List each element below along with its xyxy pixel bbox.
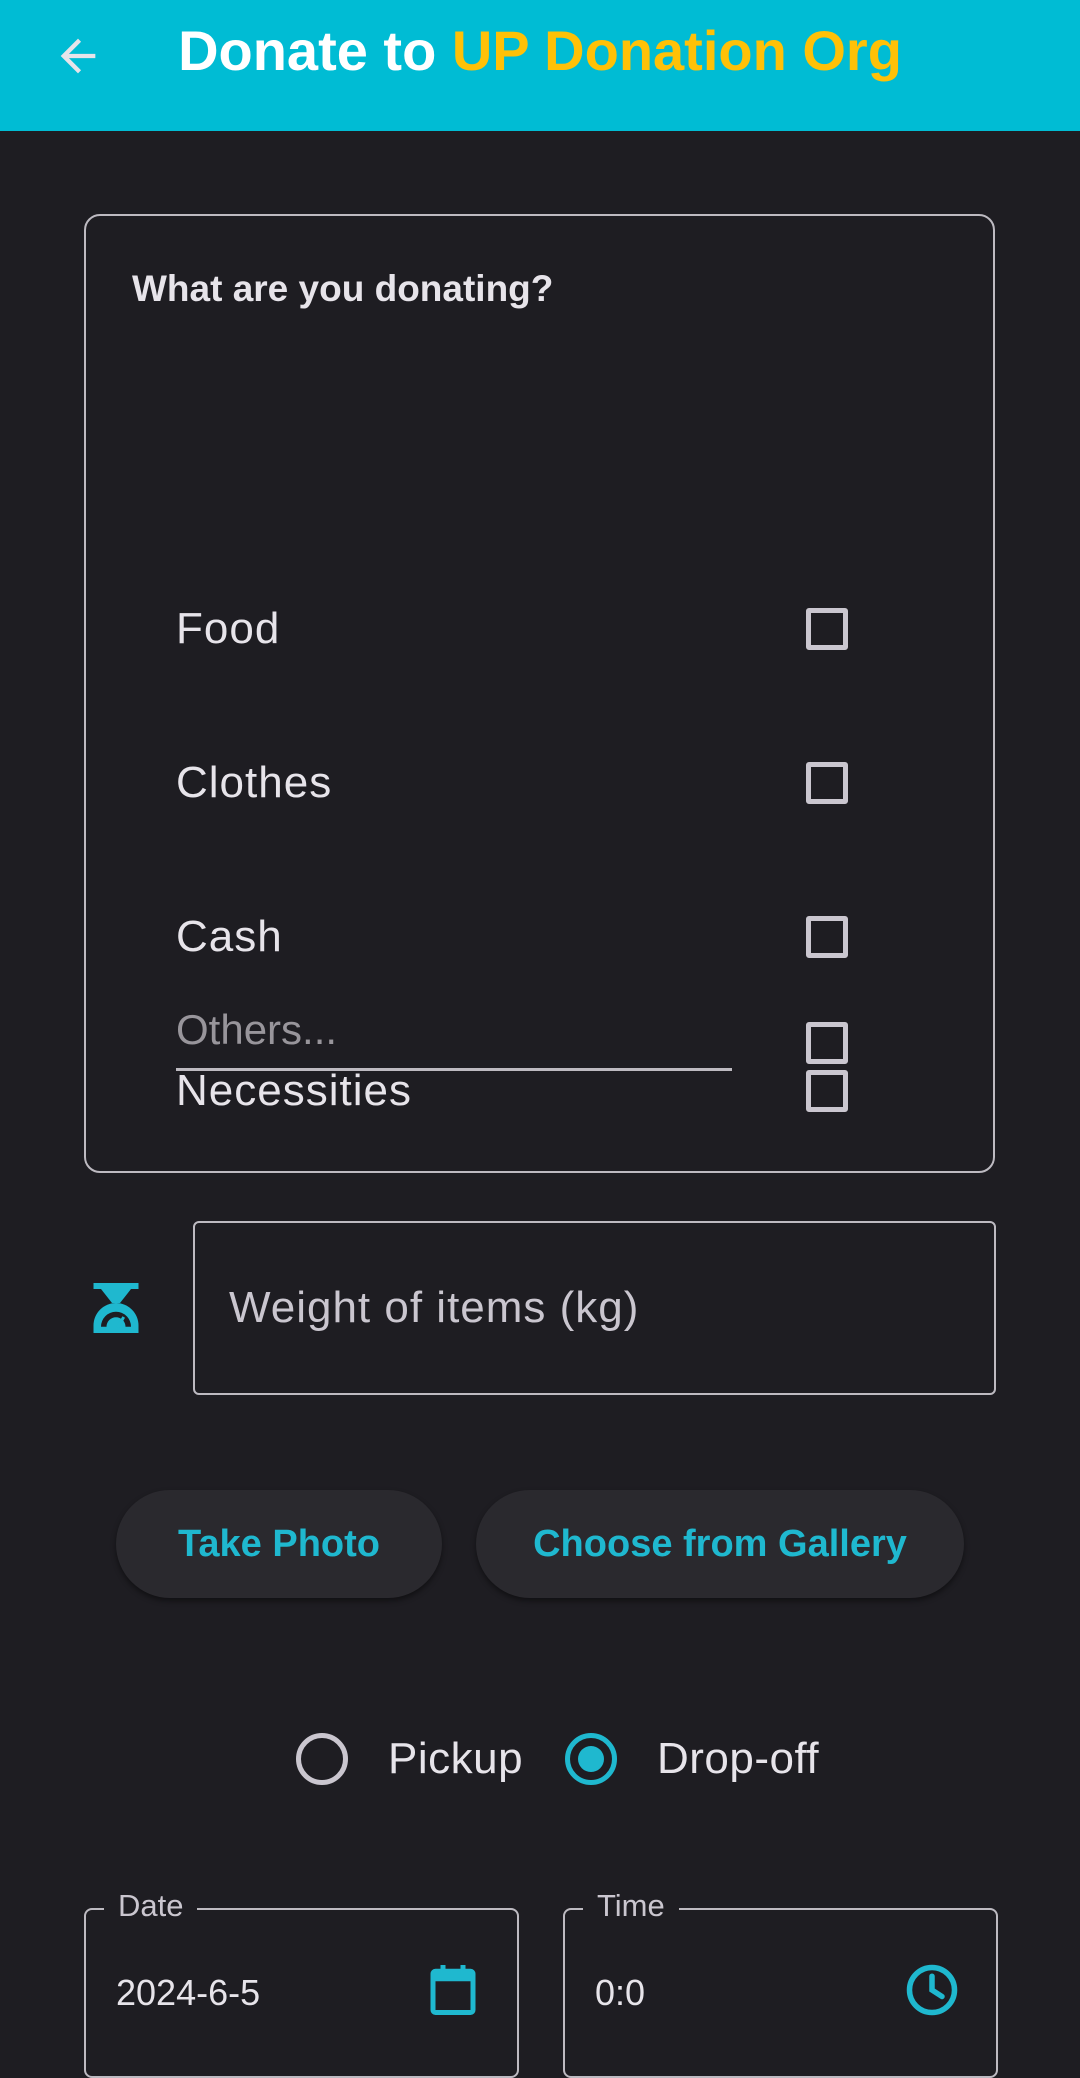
donation-type-card: What are you donating? Food Clothes Cash… (84, 214, 995, 1173)
time-label: Time (583, 1888, 679, 1924)
option-clothes[interactable]: Clothes (86, 743, 993, 823)
food-checkbox[interactable] (806, 608, 848, 650)
dropoff-label[interactable]: Drop-off (657, 1734, 819, 1784)
title-prefix: Donate to (178, 19, 452, 82)
time-value: 0:0 (595, 1972, 646, 2013)
option-label: Cash (176, 912, 283, 961)
option-label: Food (176, 604, 281, 653)
clock-icon[interactable] (902, 1960, 962, 2020)
org-name: UP Donation Org (451, 19, 902, 82)
cash-checkbox[interactable] (806, 916, 848, 958)
necessities-checkbox[interactable] (806, 1070, 848, 1112)
option-label: Clothes (176, 758, 333, 807)
donation-type-title: What are you donating? (132, 268, 554, 309)
option-food[interactable]: Food (86, 589, 993, 669)
date-label: Date (104, 1888, 198, 1924)
others-input[interactable] (176, 992, 732, 1071)
calendar-icon[interactable] (423, 1960, 483, 2020)
choose-gallery-button[interactable]: Choose from Gallery (476, 1490, 964, 1598)
app-bar: Donate to UP Donation Org (0, 0, 1080, 131)
option-cash[interactable]: Cash (86, 897, 993, 977)
weight-field[interactable] (193, 1221, 996, 1395)
pickup-label[interactable]: Pickup (388, 1734, 523, 1784)
scale-icon (93, 1283, 139, 1333)
take-photo-button[interactable]: Take Photo (116, 1490, 442, 1598)
dropoff-radio[interactable] (565, 1733, 617, 1785)
pickup-radio[interactable] (296, 1733, 348, 1785)
time-field[interactable]: Time 0:0 (563, 1888, 998, 2078)
option-label: Necessities (176, 1066, 412, 1115)
page-title: Donate to UP Donation Org (0, 18, 1080, 83)
date-value: 2024-6-5 (116, 1972, 261, 2013)
weight-input[interactable] (227, 1282, 971, 1334)
clothes-checkbox[interactable] (806, 762, 848, 804)
others-checkbox[interactable] (806, 1022, 848, 1064)
date-field[interactable]: Date 2024-6-5 (84, 1888, 519, 2078)
